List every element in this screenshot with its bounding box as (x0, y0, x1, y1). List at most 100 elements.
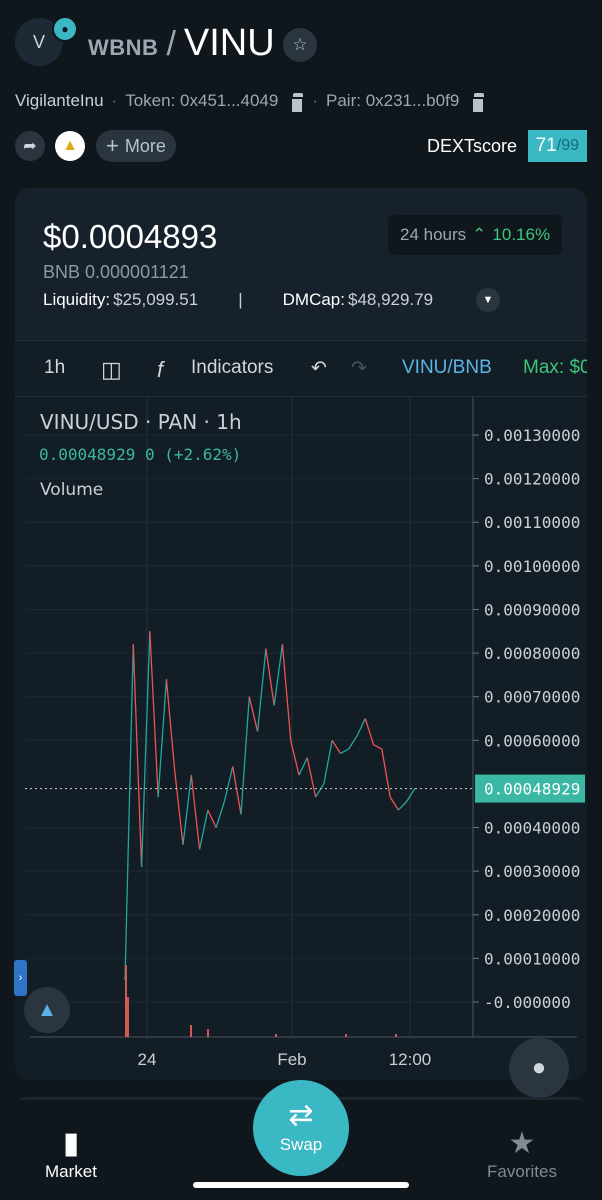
y-tick-label: 0.00090000 (484, 600, 580, 619)
price-line-segment (397, 800, 408, 811)
price-line-segment (331, 739, 341, 754)
dextscore-label: DEXTscore (426, 136, 517, 156)
dmcap-value: $48,929.79 (347, 290, 434, 309)
price-line-segment (190, 775, 201, 850)
chart-logo-icon[interactable]: ▲ (55, 131, 85, 161)
x-tick-label: 12:00 (389, 1050, 432, 1069)
swap-button[interactable]: ⇄ Swap (253, 1080, 349, 1176)
price-line-segment (232, 766, 242, 815)
price-line-segment (381, 748, 391, 798)
swap-arrows-icon: ⇄ (288, 1099, 314, 1132)
price-chart[interactable]: 0.00130000 0.00120000 0.00110000 0.00100000… (15, 397, 587, 1080)
change-24h-pill[interactable]: 24 hours ⌃ 10.16% (388, 215, 563, 255)
share-icon[interactable]: ➦ (15, 131, 45, 161)
price-line-segment (215, 801, 226, 828)
token-meta: VigilanteInu · Token: 0x451...4049 · Pai… (15, 91, 486, 114)
price-line-segment (132, 644, 143, 867)
price-line-segment (198, 809, 209, 850)
price-line-segment (306, 757, 317, 798)
y-tick-label: 0.00110000 (484, 513, 580, 532)
chart-area[interactable]: 1h ◫ f Indicators ↶ ↷ VINU/BNB Max: $0 0… (15, 340, 587, 1080)
price-line-segment (207, 809, 217, 828)
more-button[interactable]: + More (96, 130, 176, 162)
price-line-segment (315, 783, 325, 798)
x-tick-label: Feb (277, 1050, 306, 1069)
undo-icon[interactable]: ↶ (311, 357, 327, 380)
price-line-segment (281, 644, 292, 741)
y-tick-label: 0.00040000 (484, 819, 580, 838)
volume-bar (395, 1034, 397, 1037)
nav-market[interactable]: ▮ Market (26, 1126, 116, 1182)
volume-bar (207, 1029, 209, 1037)
pair-separator: / (166, 25, 176, 63)
action-row: ➦ ▲ + More DEXTscore 71/99 (15, 130, 587, 164)
price-card: $0.0004893 BNB 0.000001121 24 hours ⌃ 10… (15, 188, 587, 1080)
drawer-toggle-icon[interactable]: › (14, 960, 27, 996)
price-line-segment (298, 757, 308, 776)
chart-toolbar: 1h ◫ f Indicators ↶ ↷ VINU/BNB Max: $0 (15, 341, 587, 397)
redo-icon[interactable]: ↷ (351, 357, 367, 380)
fx-icon[interactable]: f (157, 357, 163, 383)
pair-title: WBNB / VINU (88, 22, 275, 65)
liquidity-value: $25,099.51 (113, 290, 199, 309)
price-bnb: BNB 0.000001121 (43, 262, 189, 282)
quote-token: VINU (183, 22, 275, 64)
change-value: 10.16% (492, 225, 551, 244)
base-token: WBNB (88, 35, 159, 60)
y-tick-label: 0.00100000 (484, 557, 580, 576)
volume-label: Volume (40, 480, 103, 500)
y-tick-label: 0.00010000 (484, 949, 580, 968)
candles-icon[interactable]: ◫ (101, 357, 122, 383)
volume-bar (125, 965, 127, 1037)
y-tick-label: 0.00120000 (484, 470, 580, 489)
price-usd: $0.0004893 (43, 218, 218, 255)
dex-logo-icon: ● (52, 16, 78, 42)
y-tick-label: 0.00030000 (484, 862, 580, 881)
copy-pair-icon[interactable] (471, 92, 486, 114)
price-line-segment (389, 796, 399, 811)
max-price-label: Max: $0 (523, 357, 587, 378)
price-line-segment (323, 740, 333, 785)
chat-icon[interactable]: ● (509, 1038, 569, 1098)
arrow-up-icon: ⌃ (472, 225, 487, 244)
chart-legend-title: VINU/USD · PAN · 1h (40, 410, 242, 434)
y-tick-label: 0.00020000 (484, 906, 580, 925)
y-tick-label: -0.000000 (484, 993, 571, 1012)
layers-icon[interactable]: ▲ (24, 987, 70, 1033)
indicators-button[interactable]: Indicators (191, 357, 273, 379)
volume-bar (345, 1034, 347, 1037)
interval-button[interactable]: 1h (44, 357, 65, 379)
chart-legend-values: 0.00048929 0 (+2.62%) (39, 445, 241, 464)
pair-switch-button[interactable]: VINU/BNB (402, 357, 492, 379)
y-tick-label: 0.00130000 (484, 426, 580, 445)
pair-address: Pair: 0x231...b0f9 (326, 91, 460, 110)
price-line-segment (348, 735, 358, 750)
favorite-star-icon[interactable]: ☆ (283, 28, 317, 62)
volume-bar (190, 1025, 192, 1037)
price-line-segment (165, 679, 176, 771)
bar-chart-icon: ▮ (62, 1127, 80, 1160)
x-tick-label: 24 (138, 1050, 157, 1069)
price-line-segment (149, 631, 159, 798)
dextscore-badge[interactable]: 71/99 (527, 130, 587, 162)
y-tick-label: 0.00080000 (484, 644, 580, 663)
price-line-segment (223, 766, 234, 802)
price-line-segment (406, 787, 416, 802)
price-line-segment (373, 744, 383, 750)
star-icon: ★ (508, 1127, 536, 1160)
copy-token-icon[interactable] (290, 92, 305, 114)
price-line-segment (240, 696, 250, 815)
price-line-segment (340, 748, 350, 754)
token-address: Token: 0x451...4049 (125, 91, 279, 110)
chevron-down-icon[interactable]: ▼ (476, 288, 500, 312)
home-indicator (193, 1182, 409, 1188)
plus-icon: + (106, 133, 119, 158)
nav-favorites[interactable]: ★ Favorites (477, 1126, 567, 1182)
price-line-segment (256, 648, 267, 732)
volume-bar (275, 1034, 277, 1037)
stat-row: Liquidity: $25,099.51 | DMCap: $48,929.7… (43, 290, 434, 309)
price-line-segment (124, 644, 134, 981)
y-tick-label: 0.00060000 (484, 731, 580, 750)
price-line-segment (174, 770, 184, 846)
price-line-segment (356, 718, 366, 737)
